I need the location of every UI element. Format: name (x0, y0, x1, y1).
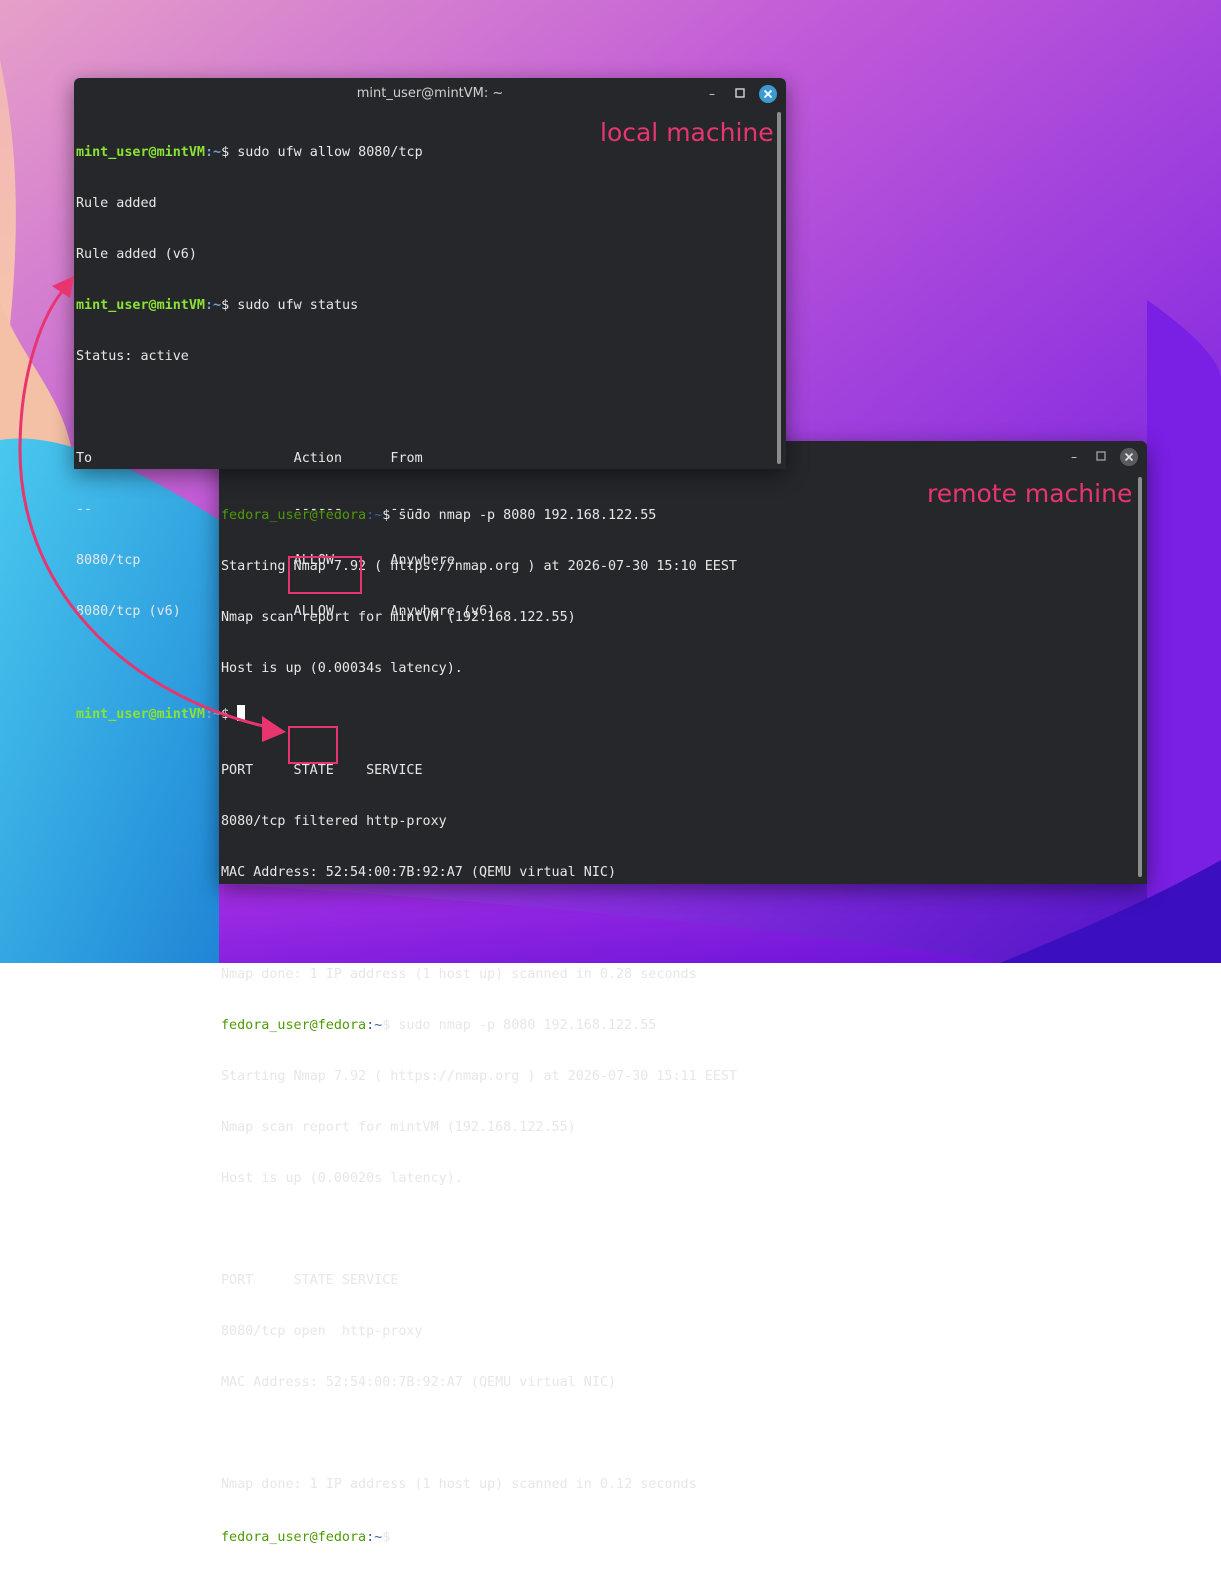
prompt-line: mint_user@mintVM:~$ (76, 705, 495, 722)
ufw-table-header: To Action From (76, 451, 423, 466)
output-line: Rule added (v6) (76, 247, 197, 262)
minimize-icon[interactable]: – (1065, 448, 1083, 466)
nmap-table-header: PORT STATE SERVICE (221, 763, 423, 778)
output-line: MAC Address: 52:54:00:7B:92:A7 (QEMU vir… (221, 1375, 617, 1390)
output-line: Starting Nmap 7.92 ( https://nmap.org ) … (221, 1069, 737, 1084)
prompt-line: fedora_user@fedora:~$ sudo nmap -p 8080 … (221, 1018, 657, 1033)
output-line: MAC Address: 52:54:00:7B:92:A7 (QEMU vir… (221, 865, 617, 880)
local-machine-annotation: local machine (600, 118, 774, 147)
command-text: sudo nmap -p 8080 192.168.122.55 (398, 1018, 657, 1033)
nmap-table-row: 8080/tcp open http-proxy (221, 1324, 423, 1339)
remote-machine-annotation: remote machine (927, 479, 1133, 508)
local-titlebar[interactable]: mint_user@mintVM: ~ – (74, 78, 786, 108)
close-icon[interactable] (1120, 448, 1138, 466)
local-scrollbar[interactable] (777, 112, 781, 464)
maximize-icon[interactable] (731, 85, 749, 103)
output-line: Rule added (76, 196, 157, 211)
local-window-title: mint_user@mintVM: ~ (356, 86, 504, 101)
terminal-cursor (398, 1527, 408, 1544)
nmap-table-header: PORT STATE SERVICE (221, 1273, 399, 1288)
state-open-highlight (288, 726, 338, 764)
ufw-table-row: 8080/tcp ALLOW Anywhere (76, 553, 455, 568)
terminal-cursor (237, 705, 246, 721)
command-text: sudo ufw allow 8080/tcp (237, 145, 423, 160)
ufw-table-row: 8080/tcp (v6) ALLOW Anywhere (v6) (76, 604, 496, 619)
status-line: Status: active (76, 349, 189, 364)
prompt-line: fedora_user@fedora:~$ (221, 1527, 737, 1545)
command-text: sudo ufw status (237, 298, 359, 313)
nmap-table-row: 8080/tcp filtered http-proxy (221, 814, 447, 829)
state-filtered-highlight (288, 556, 362, 594)
prompt-line: mint_user@mintVM:~$ sudo ufw allow 8080/… (76, 145, 423, 160)
output-line: Host is up (0.00020s latency). (221, 1171, 463, 1186)
ufw-table-rule: -- ------ ---- (76, 502, 423, 517)
local-terminal-window[interactable]: mint_user@mintVM: ~ – local machine mint… (74, 78, 786, 722)
output-line: Nmap done: 1 IP address (1 host up) scan… (221, 967, 697, 982)
close-icon[interactable] (759, 85, 777, 103)
prompt-line: mint_user@mintVM:~$ sudo ufw status (76, 298, 359, 313)
output-line: Nmap done: 1 IP address (1 host up) scan… (221, 1477, 697, 1492)
local-terminal-output[interactable]: mint_user@mintVM:~$ sudo ufw allow 8080/… (76, 110, 495, 756)
minimize-icon[interactable]: – (703, 85, 721, 103)
maximize-icon[interactable] (1092, 448, 1110, 466)
output-line: Nmap scan report for mintVM (192.168.122… (221, 1120, 576, 1135)
remote-scrollbar[interactable] (1138, 477, 1142, 877)
